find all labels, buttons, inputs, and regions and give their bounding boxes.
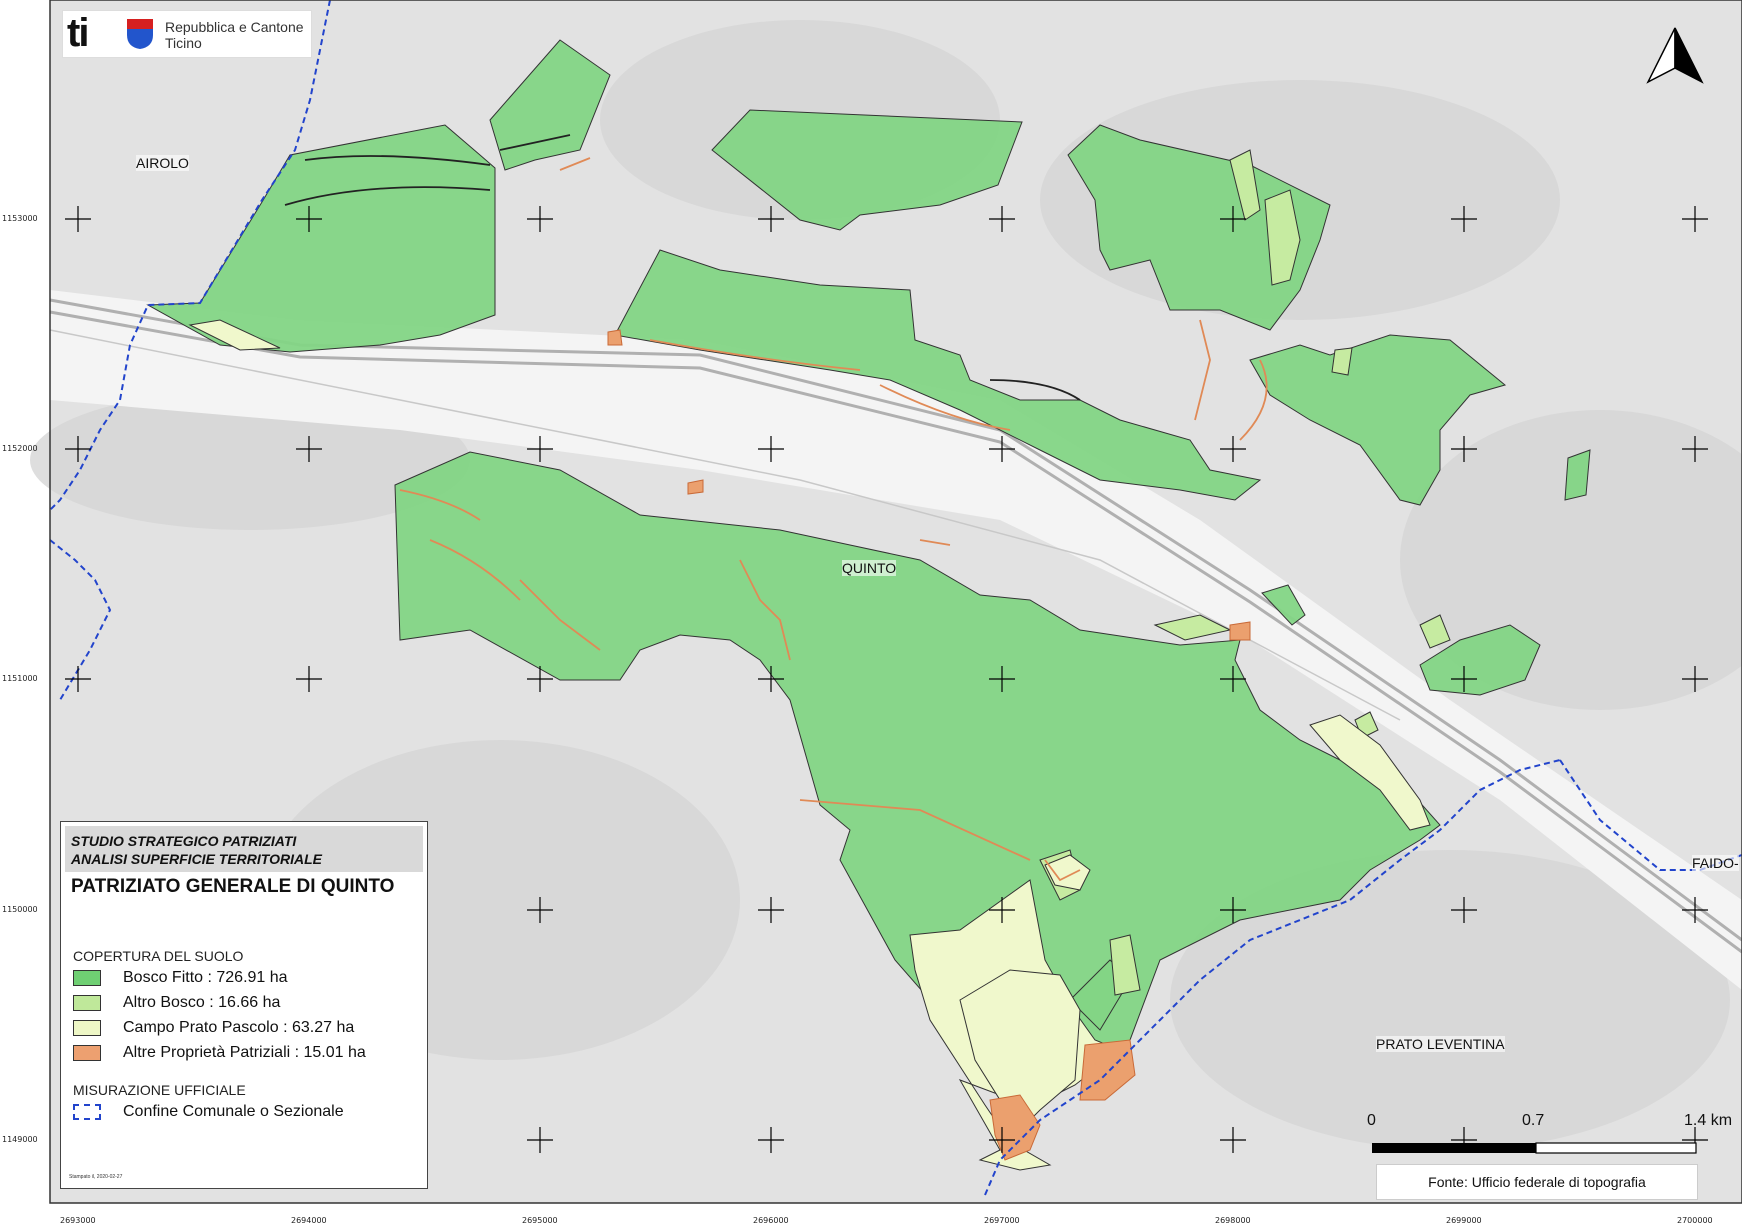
label-altro-bosco: Altro Bosco : 16.66 ha [123, 994, 281, 1011]
study-line2: ANALISI SUPERFICIE TERRITORIALE [71, 851, 322, 867]
logo-line2: Ticino [165, 35, 202, 51]
coord-label-y: 1152000 [2, 444, 38, 453]
coord-label-x: 2695000 [522, 1216, 558, 1225]
place-prato-leventina: PRATO LEVENTINA [1376, 1036, 1505, 1052]
coord-label-x: 2698000 [1215, 1216, 1251, 1225]
legend-item-campo-prato: Campo Prato Pascolo : 63.27 ha [73, 1018, 354, 1038]
coord-label-x: 2696000 [753, 1216, 789, 1225]
place-airolo: AIROLO [136, 155, 189, 171]
canton-logo: ti Repubblica e Cantone Ticino [62, 10, 312, 58]
label-boundary: Confine Comunale o Sezionale [123, 1103, 344, 1120]
swatch-bosco-fitto [73, 970, 101, 986]
swatch-altro-bosco [73, 995, 101, 1011]
coat-of-arms-icon [127, 19, 153, 49]
swatch-altre-proprieta [73, 1045, 101, 1061]
logo-text: Repubblica e Cantone Ticino [165, 19, 304, 51]
coord-label-y: 1151000 [2, 674, 38, 683]
map-legend: STUDIO STRATEGICO PATRIZIATI ANALISI SUP… [60, 821, 428, 1189]
section-land-cover: COPERTURA DEL SUOLO [73, 948, 244, 964]
swatch-boundary [73, 1104, 101, 1120]
coord-label-y: 1149000 [2, 1135, 38, 1144]
section-measurement: MISURAZIONE UFFICIALE [73, 1082, 246, 1098]
place-faido: FAIDO- [1692, 855, 1739, 871]
coord-label-y: 1153000 [2, 214, 38, 223]
scale-bar [1372, 1142, 1697, 1154]
source-credit: Fonte: Ufficio federale di topografia [1376, 1164, 1698, 1200]
coord-label-x: 2693000 [60, 1216, 96, 1225]
logo-line1: Repubblica e Cantone [165, 19, 304, 35]
scale-label-0: 0 [1367, 1112, 1376, 1129]
swatch-campo-prato [73, 1020, 101, 1036]
place-quinto: QUINTO [842, 560, 897, 576]
scale-label-07: 0.7 [1522, 1112, 1545, 1129]
study-line1: STUDIO STRATEGICO PATRIZIATI [71, 833, 297, 849]
coord-label-x: 2694000 [291, 1216, 327, 1225]
coord-label-x: 2697000 [984, 1216, 1020, 1225]
legend-item-altro-bosco: Altro Bosco : 16.66 ha [73, 993, 280, 1013]
legend-item-boundary: Confine Comunale o Sezionale [73, 1102, 344, 1122]
legend-title: PATRIZIATO GENERALE DI QUINTO [71, 876, 395, 897]
legend-header: STUDIO STRATEGICO PATRIZIATI ANALISI SUP… [65, 826, 423, 872]
label-campo-prato: Campo Prato Pascolo : 63.27 ha [123, 1019, 355, 1036]
legend-item-bosco-fitto: Bosco Fitto : 726.91 ha [73, 968, 288, 988]
label-bosco-fitto: Bosco Fitto : 726.91 ha [123, 969, 288, 986]
coord-label-x: 2699000 [1446, 1216, 1482, 1225]
legend-item-altre-proprieta: Altre Proprietà Patriziali : 15.01 ha [73, 1043, 366, 1063]
label-altre-proprieta: Altre Proprietà Patriziali : 15.01 ha [123, 1044, 366, 1061]
print-date: Stampato il, 2020-02-27 [69, 1174, 123, 1180]
coord-label-y: 1150000 [2, 905, 38, 914]
logo-ti-mark: ti [67, 11, 89, 55]
coord-label-x: 2700000 [1677, 1216, 1713, 1225]
scale-label-14: 1.4 km [1684, 1112, 1733, 1129]
